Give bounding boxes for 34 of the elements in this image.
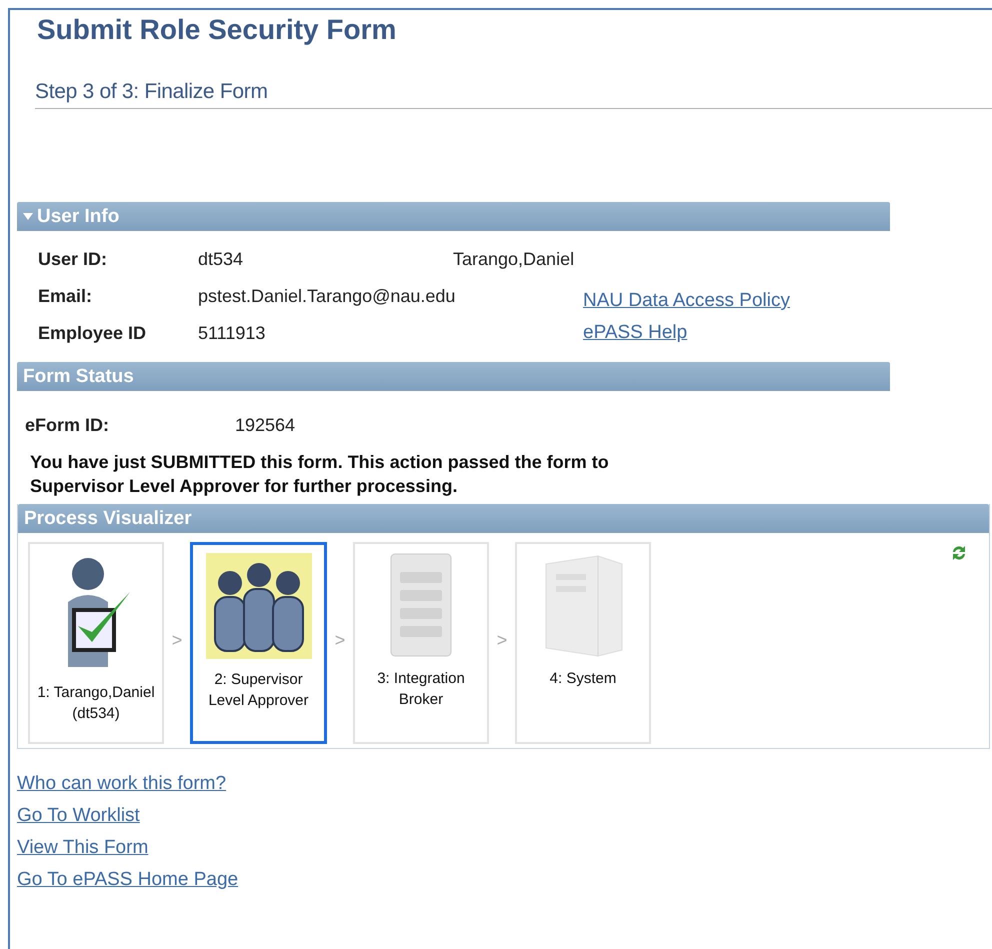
people-group-icon — [206, 553, 312, 659]
field-label: User ID: — [38, 249, 108, 270]
nav-link[interactable]: Go To ePASS Home Page — [17, 869, 238, 890]
field-value: dt534 — [198, 249, 244, 270]
field-label: Email: — [38, 286, 94, 307]
process-step[interactable]: 1: Tarango,Daniel (dt534) — [28, 542, 164, 744]
field-value: 5111913 — [198, 323, 266, 344]
nav-link[interactable]: Who can work this form? — [17, 773, 226, 794]
step-title: Step 3 of 3: Finalize Form — [35, 80, 992, 109]
section-title: User Info — [37, 206, 120, 228]
field-label: eForm ID: — [25, 415, 110, 436]
process-step[interactable]: 2: Supervisor Level Approver — [190, 542, 327, 744]
field-value: Tarango,Daniel — [453, 249, 576, 270]
page-title: Submit Role Security Form — [36, 13, 398, 46]
nav-link[interactable]: Go To Worklist — [17, 805, 140, 826]
step-separator: > — [496, 630, 508, 651]
field-value: 192564 — [235, 415, 296, 436]
field-value: pstest.Daniel.Tarango@nau.edu — [198, 286, 453, 307]
collapse-icon[interactable] — [23, 213, 33, 220]
step-separator: > — [170, 630, 184, 651]
step-separator: > — [334, 630, 346, 651]
status-message: You have just SUBMITTED this form. This action passed the form to Supervisor Level Approver for further processing. — [30, 451, 610, 498]
process-step[interactable]: 3: Integration Broker — [353, 542, 489, 744]
step-label: 3: Integration Broker — [376, 669, 466, 710]
help-link[interactable]: ePASS Help — [583, 322, 893, 344]
field-label: Employee ID — [38, 323, 148, 344]
section-header: Process Visualizer — [18, 504, 989, 533]
help-link[interactable]: NAU Data Access Policy — [583, 290, 893, 312]
step-label: 2: Supervisor Level Approver — [207, 670, 310, 711]
step-label: 1: Tarango,Daniel (dt534) — [36, 683, 156, 724]
process-step[interactable]: 4: System — [515, 542, 651, 744]
section-header: Form Status — [17, 362, 890, 391]
step-label: 4: System — [548, 669, 618, 689]
nav-link[interactable]: View This Form — [17, 837, 148, 858]
